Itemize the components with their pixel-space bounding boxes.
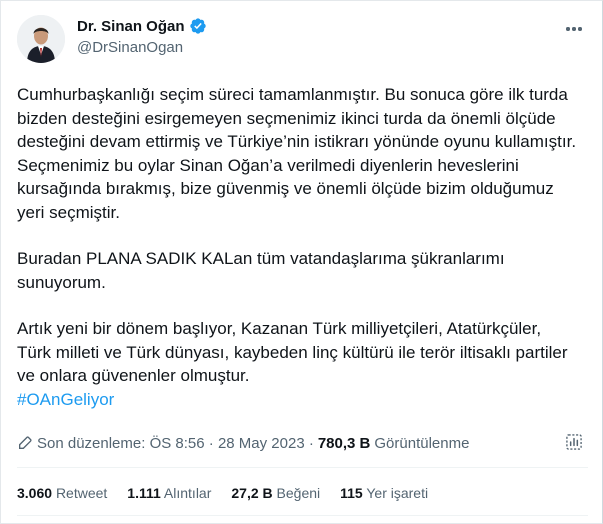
avatar-image — [17, 15, 65, 63]
likes-count: 27,2 B — [231, 485, 273, 501]
tweet-paragraph: Artık yeni bir dönem başlıyor, Kazanan T… — [17, 319, 568, 385]
hashtag-link[interactable]: #OAnGeliyor — [17, 388, 577, 412]
likes-label: Beğeni — [276, 485, 321, 501]
author-name-row: Dr. Sinan Oğan — [77, 17, 207, 35]
tweet-paragraph: Cumhurbaşkanlığı seçim süreci tamamlanmı… — [17, 85, 577, 222]
stat-quotes[interactable]: 1.111 Alıntılar — [127, 485, 211, 501]
tweet-header: Dr. Sinan Oğan @DrSinanOgan — [17, 13, 588, 65]
more-dot — [572, 27, 576, 31]
tweet-stats: 3.060 Retweet 1.111 Alıntılar 27,2 B Beğ… — [17, 485, 428, 501]
divider — [17, 467, 588, 468]
verified-badge-icon[interactable] — [189, 17, 207, 35]
bookmarks-label: Yer işareti — [366, 485, 429, 501]
stat-retweets[interactable]: 3.060 Retweet — [17, 485, 107, 501]
retweets-label: Retweet — [55, 485, 108, 501]
author-name[interactable]: Dr. Sinan Oğan — [77, 18, 185, 35]
tweet-paragraph: Buradan PLANA SADIK KALan tüm vatandaşla… — [17, 249, 505, 292]
avatar[interactable] — [17, 15, 65, 63]
views-label: Görüntülenme — [374, 434, 470, 452]
quotes-label: Alıntılar — [163, 485, 212, 501]
tweet-text: Cumhurbaşkanlığı seçim süreci tamamlanmı… — [17, 83, 577, 411]
retweets-count: 3.060 — [17, 485, 53, 501]
tweet-meta: Son düzenleme: ÖS 8:56 · 28 May 2023 · 7… — [17, 432, 588, 454]
edited-timestamp[interactable]: Son düzenleme: ÖS 8:56 · 28 May 2023 · — [37, 435, 314, 452]
tweet-card: Dr. Sinan Oğan @DrSinanOgan Cumhurbaşkan… — [0, 0, 603, 524]
author-handle[interactable]: @DrSinanOgan — [77, 39, 183, 56]
stat-bookmarks[interactable]: 115 Yer işareti — [340, 485, 428, 501]
divider — [17, 515, 588, 516]
views-count: 780,3 B — [317, 434, 371, 452]
quotes-count: 1.111 — [127, 485, 161, 501]
bookmarks-count: 115 — [340, 485, 363, 501]
more-dot — [578, 27, 582, 31]
pencil-edit-icon[interactable] — [17, 435, 33, 451]
stat-likes[interactable]: 27,2 B Beğeni — [231, 485, 320, 501]
more-dot — [566, 27, 570, 31]
more-options-icon[interactable] — [562, 19, 586, 39]
analytics-icon[interactable] — [564, 432, 584, 452]
